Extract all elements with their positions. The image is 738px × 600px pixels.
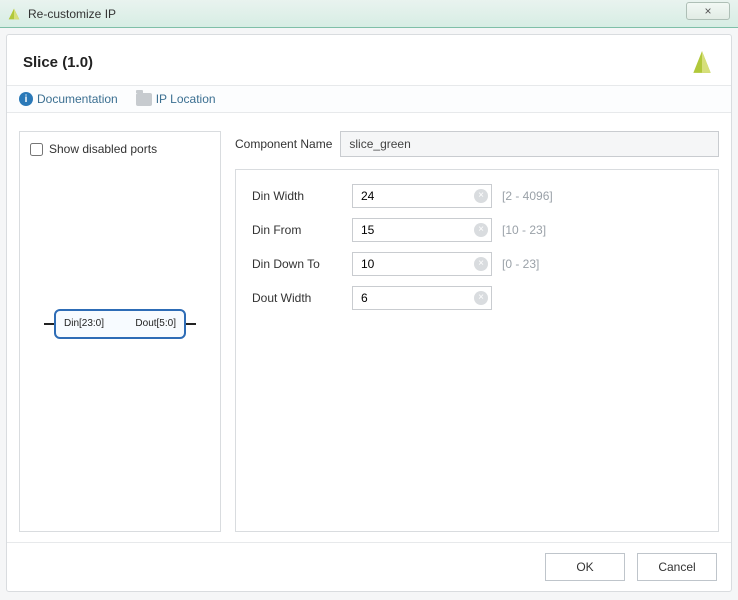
parameters-panel: Din Width × [2 - 4096] Din From × [10 - … (235, 169, 719, 532)
page-title: Slice (1.0) (23, 54, 93, 71)
ok-button[interactable]: OK (545, 553, 625, 581)
documentation-link[interactable]: i Documentation (19, 92, 118, 106)
din-downto-clear-icon[interactable]: × (474, 257, 488, 271)
window-titlebar: Re-customize IP × (0, 0, 738, 28)
show-disabled-ports-checkbox[interactable] (30, 143, 43, 156)
ip-location-link[interactable]: IP Location (136, 92, 216, 106)
documentation-label: Documentation (37, 92, 118, 106)
component-name-label: Component Name (235, 137, 332, 151)
window-close-button[interactable]: × (686, 2, 730, 20)
preview-panel: Show disabled ports Din[23:0] Dout[5:0] (19, 131, 221, 532)
info-icon: i (19, 92, 33, 106)
din-downto-range: [0 - 23] (502, 257, 702, 271)
din-from-range: [10 - 23] (502, 223, 702, 237)
app-logo-icon (6, 6, 22, 22)
din-width-label: Din Width (252, 189, 342, 203)
din-from-input[interactable] (352, 218, 492, 242)
show-disabled-ports-label: Show disabled ports (49, 142, 157, 156)
din-width-clear-icon[interactable]: × (474, 189, 488, 203)
din-width-range: [2 - 4096] (502, 189, 702, 203)
form-panel: Component Name Din Width × [2 - 4096] Di… (235, 131, 719, 532)
dout-width-label: Dout Width (252, 291, 342, 305)
din-downto-label: Din Down To (252, 257, 342, 271)
dialog-footer: OK Cancel (7, 542, 731, 591)
show-disabled-ports-row[interactable]: Show disabled ports (30, 142, 210, 156)
ip-location-label: IP Location (156, 92, 216, 106)
ip-block-din-label: Din[23:0] (64, 318, 104, 329)
din-from-label: Din From (252, 223, 342, 237)
dout-width-input[interactable] (352, 286, 492, 310)
ip-block-symbol: Din[23:0] Dout[5:0] (54, 309, 186, 339)
close-icon: × (704, 4, 711, 18)
din-downto-input[interactable] (352, 252, 492, 276)
din-from-clear-icon[interactable]: × (474, 223, 488, 237)
link-bar: i Documentation IP Location (7, 85, 731, 113)
vendor-logo-icon (689, 49, 715, 75)
din-width-input[interactable] (352, 184, 492, 208)
ip-block-dout-label: Dout[5:0] (135, 318, 176, 329)
cancel-button[interactable]: Cancel (637, 553, 717, 581)
dialog-card: Slice (1.0) i Documentation IP Location … (6, 34, 732, 592)
folder-icon (136, 93, 152, 106)
dialog-header: Slice (1.0) (7, 35, 731, 85)
window-title: Re-customize IP (28, 7, 116, 21)
dout-width-clear-icon[interactable]: × (474, 291, 488, 305)
component-name-input[interactable] (340, 131, 719, 157)
